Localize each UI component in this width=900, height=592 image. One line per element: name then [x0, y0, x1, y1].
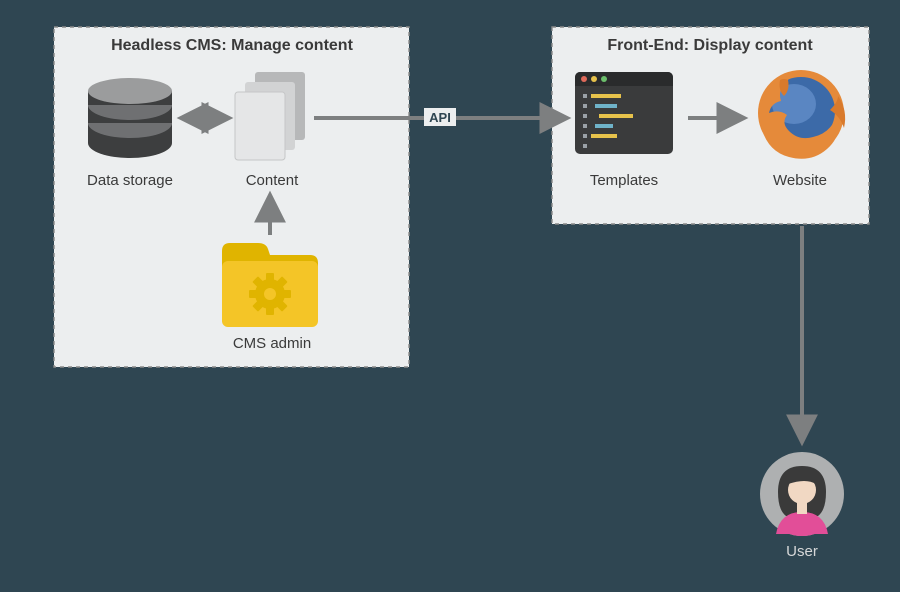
templates-icon [575, 72, 673, 154]
cms-admin-label: CMS admin [233, 335, 311, 352]
panel-headless-cms-title: Headless CMS: Manage content [111, 37, 354, 54]
user-label: User [786, 543, 818, 560]
arrow-api-label: API [429, 110, 451, 125]
diagram-canvas: Headless CMS: Manage content Data storag… [0, 0, 900, 592]
content-icon [235, 72, 305, 160]
user-icon [760, 452, 844, 546]
data-storage-label: Data storage [87, 172, 173, 189]
panel-front-end-title: Front-End: Display content [607, 37, 813, 54]
templates-label: Templates [590, 172, 658, 189]
content-label: Content [246, 172, 299, 189]
cms-admin-icon [222, 243, 318, 327]
data-storage-icon [88, 78, 172, 158]
website-label: Website [773, 172, 827, 189]
